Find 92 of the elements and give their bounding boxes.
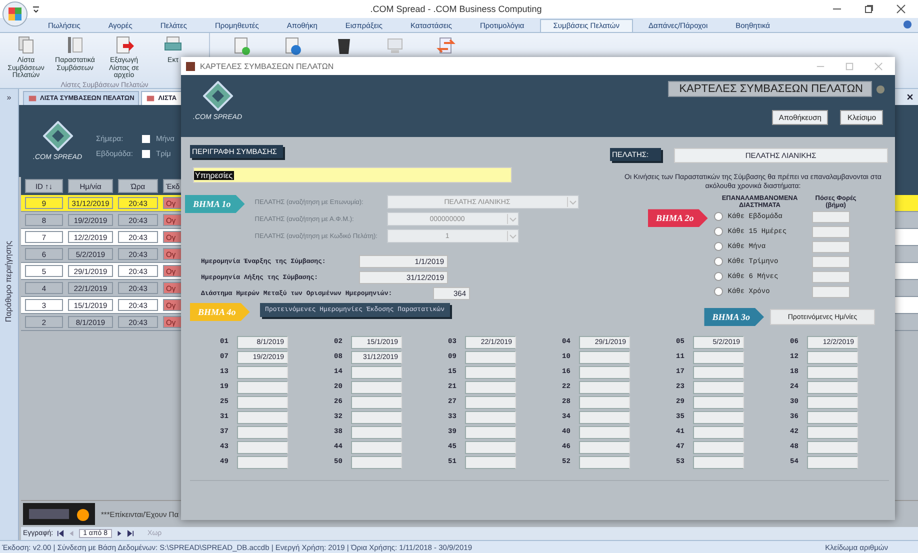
date-field[interactable] bbox=[351, 426, 402, 438]
date-field[interactable] bbox=[465, 396, 516, 408]
navigation-pane[interactable]: » Παράθυρο περιήγησης bbox=[0, 89, 19, 540]
date-field[interactable] bbox=[237, 410, 288, 424]
company-logo-icon bbox=[23, 503, 95, 525]
date-field[interactable] bbox=[807, 410, 858, 424]
date-field[interactable] bbox=[237, 456, 288, 468]
date-field[interactable] bbox=[351, 366, 402, 378]
date-field[interactable] bbox=[693, 440, 744, 454]
date-field[interactable] bbox=[693, 456, 744, 468]
form-icon bbox=[146, 94, 156, 103]
date-field[interactable] bbox=[351, 380, 402, 394]
logo-icon bbox=[202, 81, 232, 111]
date-field[interactable] bbox=[465, 440, 516, 454]
close-icon[interactable] bbox=[896, 4, 906, 14]
window-title: .COM Spread - .COM Business Computing bbox=[369, 4, 543, 14]
quick-access-icon[interactable] bbox=[32, 5, 40, 13]
swap-arrows-icon[interactable] bbox=[436, 36, 456, 56]
pages-icon bbox=[16, 35, 36, 55]
date-field[interactable] bbox=[579, 396, 630, 408]
date-field[interactable] bbox=[579, 380, 630, 394]
date-field[interactable] bbox=[465, 350, 516, 364]
date-field[interactable] bbox=[807, 366, 858, 378]
expand-toggle[interactable]: » bbox=[6, 93, 12, 102]
date-field[interactable] bbox=[807, 426, 858, 438]
date-field[interactable] bbox=[237, 366, 288, 378]
first-record-icon[interactable] bbox=[57, 530, 64, 537]
date-field[interactable] bbox=[807, 456, 858, 468]
date-field[interactable] bbox=[237, 380, 288, 394]
monitor-icon[interactable] bbox=[385, 36, 405, 56]
form-icon bbox=[28, 94, 37, 103]
help-icon[interactable] bbox=[876, 84, 885, 94]
filter-checkbox[interactable] bbox=[142, 150, 150, 158]
navigation-pane-label: Παράθυρο περιήγησης bbox=[4, 240, 14, 322]
count-field[interactable] bbox=[812, 240, 850, 253]
close-icon[interactable] bbox=[906, 93, 914, 101]
date-field[interactable] bbox=[351, 410, 402, 424]
logo-icon bbox=[42, 121, 72, 151]
count-field[interactable] bbox=[812, 226, 850, 238]
next-record-icon[interactable] bbox=[116, 530, 123, 537]
dialog-title: ΚΑΡΤΕΛΕΣ ΣΥΜΒΑΣΕΩΝ ΠΕΛΑΤΩΝ bbox=[200, 62, 334, 70]
count-field[interactable] bbox=[812, 256, 850, 268]
filter-checkbox[interactable] bbox=[142, 134, 150, 142]
step-badge: ΒΗΜΑ 2ο bbox=[648, 209, 708, 228]
count-field[interactable] bbox=[812, 210, 850, 223]
date-field[interactable] bbox=[579, 440, 630, 454]
maximize-icon[interactable] bbox=[845, 62, 854, 70]
count-field[interactable] bbox=[812, 286, 850, 298]
info-icon[interactable] bbox=[283, 36, 303, 56]
date-field[interactable] bbox=[351, 440, 402, 454]
step-badge: ΒΗΜΑ 1ο bbox=[185, 195, 245, 213]
date-field[interactable] bbox=[351, 396, 402, 408]
date-field[interactable] bbox=[579, 426, 630, 438]
date-field[interactable] bbox=[693, 366, 744, 378]
date-field[interactable] bbox=[693, 396, 744, 408]
date-field[interactable] bbox=[693, 410, 744, 424]
dropdown-caret-icon[interactable] bbox=[566, 197, 578, 207]
date-field[interactable] bbox=[807, 380, 858, 394]
dropdown-caret-icon[interactable] bbox=[506, 214, 518, 224]
app-icon bbox=[186, 62, 195, 70]
document-icon bbox=[65, 35, 85, 55]
dropdown-caret-icon[interactable] bbox=[506, 231, 518, 241]
form-heading: ΚΑΡΤΕΛΕΣ ΣΥΜΒΑΣΕΩΝ ΠΕΛΑΤΩΝ bbox=[668, 81, 872, 97]
restore-icon[interactable] bbox=[864, 4, 874, 14]
description-field[interactable]: Υπηρεσίες bbox=[193, 167, 512, 183]
export-arrow-icon bbox=[114, 35, 134, 55]
date-field[interactable] bbox=[237, 426, 288, 438]
step-badge: ΒΗΜΑ 3ο bbox=[704, 308, 764, 326]
help-icon[interactable] bbox=[903, 20, 912, 29]
new-document-icon[interactable] bbox=[232, 36, 252, 56]
date-field[interactable] bbox=[579, 410, 630, 424]
count-field[interactable] bbox=[812, 270, 850, 283]
date-field[interactable] bbox=[579, 366, 630, 378]
date-field[interactable] bbox=[465, 426, 516, 438]
date-field[interactable] bbox=[807, 440, 858, 454]
date-field[interactable] bbox=[693, 426, 744, 438]
date-field[interactable] bbox=[579, 350, 630, 364]
date-field[interactable] bbox=[693, 350, 744, 364]
date-field[interactable] bbox=[465, 380, 516, 394]
date-field[interactable] bbox=[807, 396, 858, 408]
date-field[interactable] bbox=[351, 456, 402, 468]
step-badge: ΒΗΜΑ 4ο bbox=[190, 303, 250, 321]
date-field[interactable] bbox=[579, 456, 630, 468]
date-field[interactable] bbox=[237, 440, 288, 454]
date-field[interactable] bbox=[807, 350, 858, 364]
last-record-icon[interactable] bbox=[126, 530, 134, 537]
date-field[interactable] bbox=[465, 410, 516, 424]
date-field[interactable] bbox=[465, 366, 516, 378]
date-field[interactable] bbox=[693, 380, 744, 394]
previous-record-icon[interactable] bbox=[68, 530, 76, 537]
date-field[interactable] bbox=[465, 456, 516, 468]
date-field[interactable] bbox=[237, 396, 288, 408]
